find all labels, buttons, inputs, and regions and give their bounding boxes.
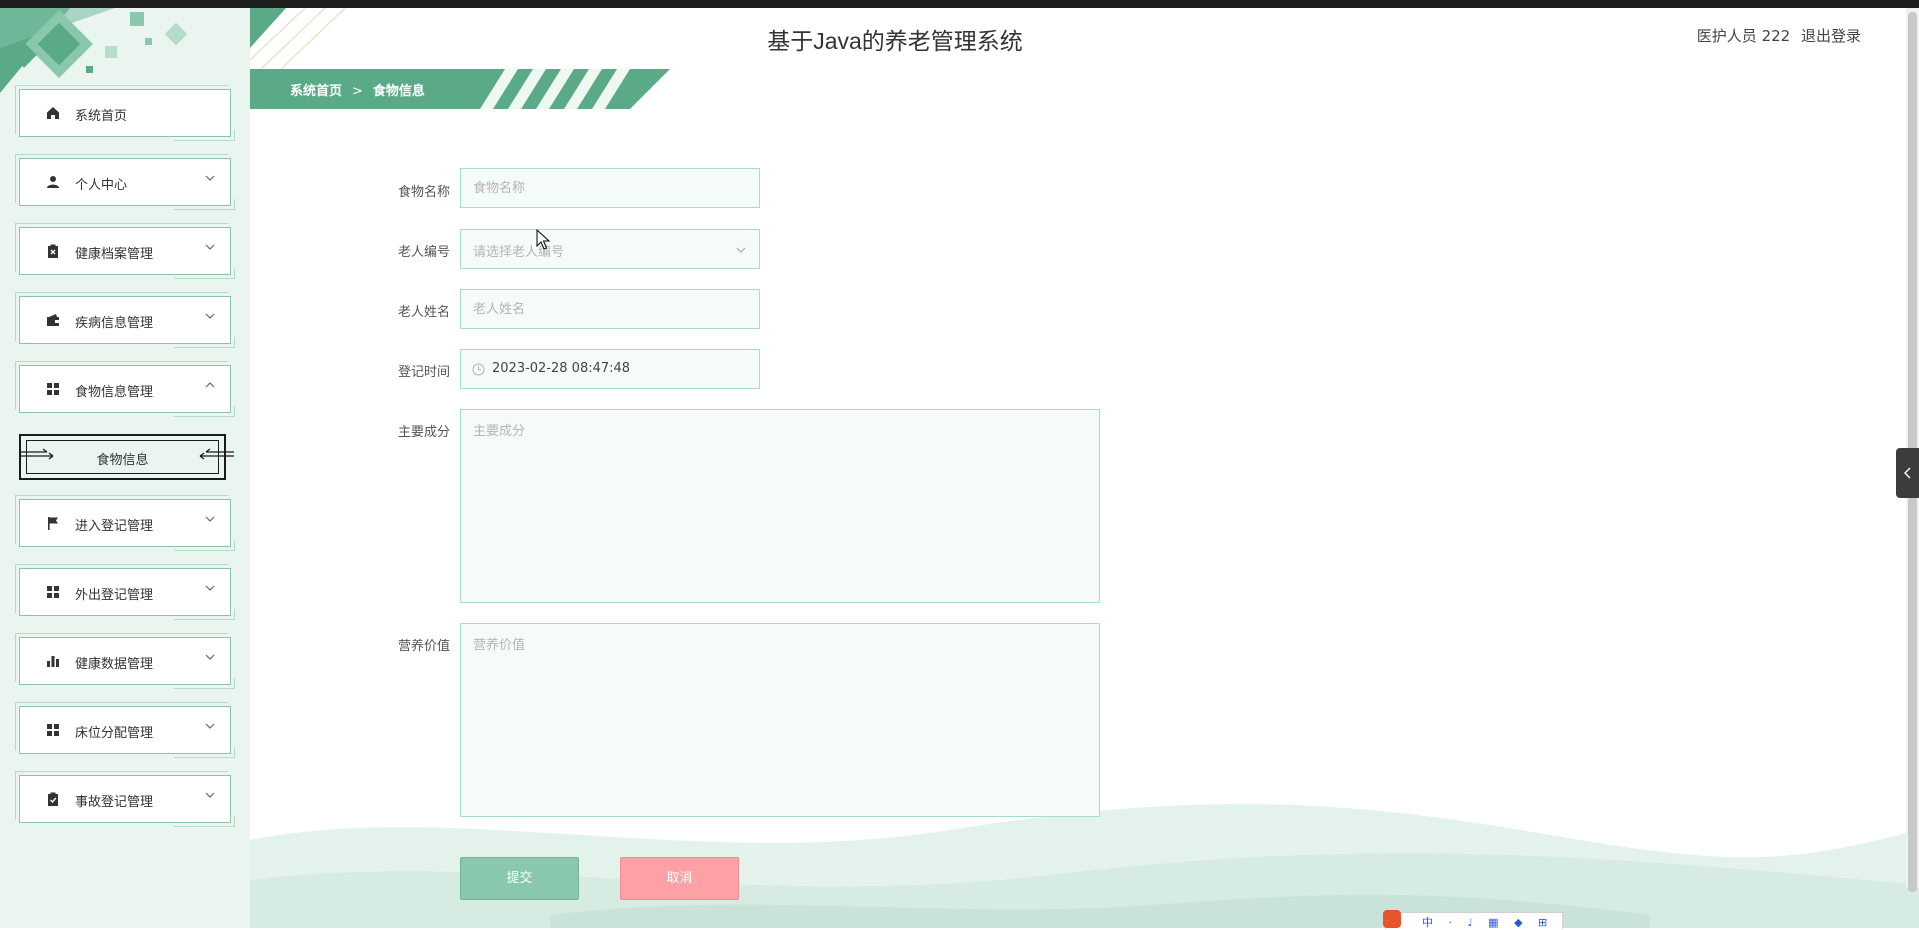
cancel-button[interactable]: 取消 [620, 857, 739, 900]
sidebar-item-label: 床位分配管理 [75, 726, 154, 741]
wallet-icon [47, 314, 59, 326]
sidebar-item-home[interactable]: 系统首页 [15, 85, 235, 141]
chevron-down-icon [205, 516, 215, 522]
clipboard-x-icon [48, 244, 58, 258]
chevron-down-icon [205, 654, 215, 660]
sidebar-item-label: 个人中心 [75, 178, 128, 193]
elder-id-label: 老人编号 [397, 245, 450, 260]
mouse-cursor-icon [536, 229, 550, 250]
sidebar-item-food-info-management[interactable]: 食物信息管理 [15, 361, 235, 417]
sidebar-item-health-records[interactable]: 健康档案管理 [15, 223, 235, 279]
sidebar-item-outing-registration[interactable]: 外出登记管理 [15, 564, 235, 620]
sidebar-item-entry-registration[interactable]: 进入登记管理 [15, 495, 235, 551]
sidebar-subitem-label: 食物信息 [96, 453, 149, 468]
food-name-label: 食物名称 [397, 185, 450, 200]
sidebar-item-accident-registration[interactable]: 事故登记管理 [15, 771, 235, 827]
home-icon [47, 107, 59, 119]
bar-chart-icon [47, 656, 59, 667]
chevron-down-icon [205, 175, 215, 181]
sidebar: 系统首页 个人中心 健康档案管理 疾病信息管理 食物信息管理 食物信息 进入登记… [0, 8, 250, 928]
chevron-down-icon [205, 792, 215, 798]
submit-button[interactable]: 提交 [460, 857, 579, 900]
chevron-left-icon [1904, 467, 1911, 479]
clipboard-check-icon [48, 792, 58, 806]
elder-id-placeholder: 请选择老人编号 [473, 245, 565, 260]
user-role-name: 医护人员 222 [1696, 27, 1791, 45]
sidebar-item-label: 系统首页 [75, 109, 128, 124]
register-time-value: 2023-02-28 08:47:48 [492, 361, 631, 376]
sidebar-item-label: 食物信息管理 [75, 385, 154, 400]
elder-name-label: 老人姓名 [397, 305, 450, 320]
ime-toolbar[interactable]: 中 · ♩ ▦ ◆ ⊞ [1383, 910, 1563, 929]
chevron-down-icon [205, 723, 215, 729]
register-time-label: 登记时间 [397, 365, 450, 380]
ingredients-label: 主要成分 [397, 425, 450, 440]
nutrition-textarea[interactable] [460, 623, 1100, 817]
sidebar-item-label: 疾病信息管理 [75, 316, 154, 331]
sidebar-item-label: 外出登记管理 [75, 588, 154, 603]
ingredients-textarea[interactable] [460, 409, 1100, 603]
chevron-down-icon [205, 313, 215, 319]
sidebar-item-label: 进入登记管理 [75, 519, 154, 534]
sidebar-item-health-data[interactable]: 健康数据管理 [15, 633, 235, 689]
breadcrumb-current: 食物信息 [372, 84, 425, 99]
arrow-left-icon [199, 448, 234, 460]
grid-icon [47, 383, 59, 395]
clock-icon [472, 363, 485, 376]
flag-icon [48, 517, 58, 530]
breadcrumb-separator: > [352, 84, 363, 99]
logout-link[interactable]: 退出登录 [1801, 27, 1861, 45]
sidebar-item-label: 事故登记管理 [75, 795, 154, 810]
ime-logo-icon [1383, 910, 1401, 928]
chevron-up-icon [205, 382, 215, 388]
sidebar-item-personal-center[interactable]: 个人中心 [15, 154, 235, 210]
collapse-panel-button[interactable] [1896, 448, 1919, 498]
nutrition-label: 营养价值 [397, 639, 450, 654]
user-area: 医护人员 222 退出登录 [1691, 25, 1861, 46]
chevron-down-icon [205, 585, 215, 591]
grid-icon [47, 586, 59, 598]
food-name-input[interactable] [460, 168, 760, 208]
sidebar-item-bed-allocation[interactable]: 床位分配管理 [15, 702, 235, 758]
chevron-down-icon [205, 244, 215, 250]
page-title: 基于Java的养老管理系统 [767, 28, 1023, 54]
elder-id-select[interactable]: 请选择老人编号 [460, 229, 760, 269]
grid-icon [47, 724, 59, 736]
person-icon [47, 176, 59, 188]
header-corner-decoration [250, 8, 346, 70]
sidebar-item-label: 健康档案管理 [75, 247, 154, 262]
sidebar-subitem-food-info[interactable]: 食物信息 [19, 434, 234, 480]
elder-name-input[interactable] [460, 289, 760, 329]
breadcrumb: 系统首页 > 食物信息 [290, 80, 425, 99]
register-time-picker[interactable]: 2023-02-28 08:47:48 [460, 349, 760, 389]
chevron-down-icon [736, 247, 746, 253]
window-top-strip [0, 0, 1919, 8]
sidebar-item-disease-info[interactable]: 疾病信息管理 [15, 292, 235, 348]
sidebar-item-label: 健康数据管理 [75, 657, 154, 672]
breadcrumb-home[interactable]: 系统首页 [290, 84, 342, 99]
